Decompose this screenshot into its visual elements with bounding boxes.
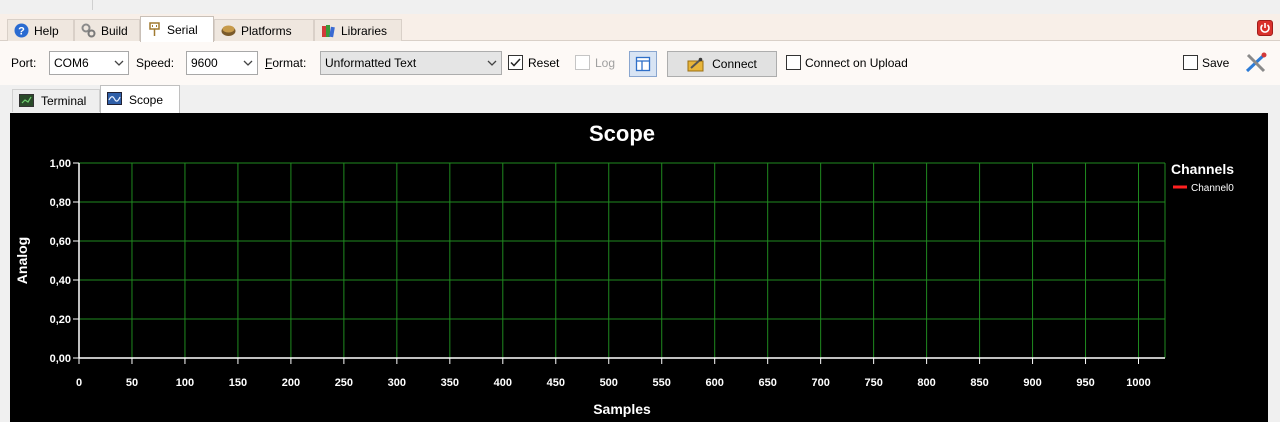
y-tick-label: 0,80 bbox=[50, 197, 71, 209]
chevron-down-icon bbox=[243, 60, 253, 66]
x-tick-label: 100 bbox=[176, 377, 194, 389]
x-tick-label: 700 bbox=[811, 377, 829, 389]
books-icon bbox=[321, 23, 336, 38]
tab-help-label: Help bbox=[34, 23, 59, 38]
chevron-down-icon bbox=[487, 60, 497, 66]
x-tick-label: 450 bbox=[547, 377, 565, 389]
speed-value: 9600 bbox=[191, 56, 218, 70]
format-label-rest: ormat: bbox=[272, 56, 307, 70]
gears-icon bbox=[81, 23, 96, 38]
save-checkbox[interactable] bbox=[1183, 55, 1198, 70]
chart-title: Scope bbox=[589, 121, 655, 146]
scope-chart: Scope 0 50 100 150 200 250 300 350 400 450 500 550 60… bbox=[14, 121, 1234, 417]
serial-plug-icon bbox=[147, 22, 162, 37]
port-select[interactable]: COM6 bbox=[49, 51, 129, 75]
port-label: Port: bbox=[11, 56, 37, 70]
help-icon: ? bbox=[14, 23, 29, 38]
x-tick-label: 250 bbox=[335, 377, 353, 389]
x-tick-label: 1000 bbox=[1126, 377, 1150, 389]
tab-terminal-label: Terminal bbox=[41, 94, 87, 108]
connect-plug-icon bbox=[687, 57, 704, 71]
x-tick-label: 900 bbox=[1023, 377, 1041, 389]
save-label: Save bbox=[1202, 56, 1230, 70]
connect-on-upload-label: Connect on Upload bbox=[805, 56, 908, 70]
reset-checkbox[interactable] bbox=[508, 55, 523, 70]
tab-build-label: Build bbox=[101, 23, 128, 38]
y-tick-label: 0,60 bbox=[50, 236, 71, 248]
format-value: Unformatted Text bbox=[325, 56, 417, 70]
tab-libraries-label: Libraries bbox=[341, 23, 388, 38]
power-icon[interactable] bbox=[1257, 20, 1273, 36]
box-icon bbox=[221, 23, 236, 38]
x-tick-label: 550 bbox=[653, 377, 671, 389]
tab-platforms-label: Platforms bbox=[241, 23, 292, 38]
x-tick-label: 950 bbox=[1076, 377, 1094, 389]
x-tick-label: 600 bbox=[706, 377, 724, 389]
tab-terminal[interactable]: Terminal bbox=[12, 89, 100, 112]
log-checkbox[interactable] bbox=[575, 55, 590, 70]
x-tick-label: 0 bbox=[76, 377, 82, 389]
checkmark-icon bbox=[510, 58, 521, 67]
format-label: Format: bbox=[265, 56, 306, 70]
y-tick-label: 1,00 bbox=[50, 158, 71, 170]
tab-platforms[interactable]: Platforms bbox=[214, 19, 314, 41]
scope-icon bbox=[107, 92, 122, 107]
tab-scope-label: Scope bbox=[129, 92, 164, 107]
y-axis-label: Analog bbox=[14, 237, 30, 284]
log-label: Log bbox=[595, 56, 616, 70]
x-tick-label: 200 bbox=[282, 377, 300, 389]
y-tick-label: 0,40 bbox=[50, 275, 71, 287]
tab-help[interactable]: ? Help bbox=[7, 19, 74, 41]
reset-label: Reset bbox=[528, 56, 560, 70]
format-select[interactable]: Unformatted Text bbox=[320, 51, 502, 75]
x-axis-label: Samples bbox=[593, 401, 651, 417]
title-strip bbox=[0, 0, 1280, 14]
x-tick-label: 350 bbox=[441, 377, 459, 389]
y-tick-label: 0,00 bbox=[50, 353, 71, 365]
window-icon bbox=[635, 56, 651, 72]
x-tick-label: 400 bbox=[494, 377, 512, 389]
port-value: COM6 bbox=[54, 56, 89, 70]
x-tick-label: 850 bbox=[970, 377, 988, 389]
x-tick-label: 50 bbox=[126, 377, 138, 389]
tab-scope[interactable]: Scope bbox=[100, 85, 180, 113]
main-tab-bar: ? Help Build Serial Platforms Libraries bbox=[0, 14, 1280, 42]
chevron-down-icon bbox=[114, 60, 124, 66]
strip-divider bbox=[92, 0, 93, 10]
x-tick-label: 300 bbox=[388, 377, 406, 389]
connect-label: Connect bbox=[712, 57, 757, 71]
speed-select[interactable]: 9600 bbox=[186, 51, 258, 75]
tab-libraries[interactable]: Libraries bbox=[314, 19, 402, 41]
clear-window-button[interactable] bbox=[629, 51, 657, 77]
legend-title: Channels bbox=[1171, 161, 1234, 177]
terminal-icon bbox=[19, 93, 34, 109]
serial-view-tabs: Terminal Scope bbox=[0, 85, 1280, 113]
x-tick-label: 650 bbox=[759, 377, 777, 389]
svg-text:?: ? bbox=[18, 26, 25, 38]
settings-tools-icon[interactable] bbox=[1244, 52, 1268, 74]
x-tick-label: 800 bbox=[917, 377, 935, 389]
x-tick-label: 750 bbox=[864, 377, 882, 389]
scope-chart-panel: Scope 0 50 100 150 200 250 300 350 400 450 500 550 60… bbox=[10, 113, 1268, 422]
legend-item-label: Channel0 bbox=[1191, 183, 1234, 194]
connect-button[interactable]: Connect bbox=[667, 51, 777, 77]
tab-serial-label: Serial bbox=[167, 22, 198, 37]
connect-on-upload-checkbox[interactable] bbox=[786, 55, 801, 70]
x-tick-label: 150 bbox=[229, 377, 247, 389]
tab-serial[interactable]: Serial bbox=[140, 16, 214, 42]
x-tick-label: 500 bbox=[600, 377, 618, 389]
tab-build[interactable]: Build bbox=[74, 19, 140, 41]
speed-label: Speed: bbox=[136, 56, 175, 70]
y-tick-label: 0,20 bbox=[50, 314, 71, 326]
